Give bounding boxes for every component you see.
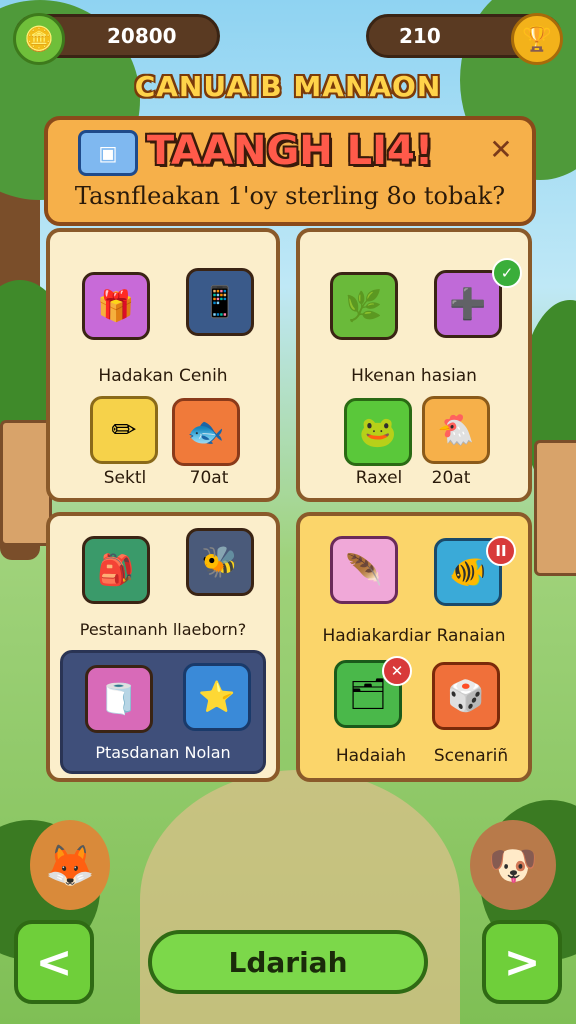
gift-box-icon: 🎁 [82,272,150,340]
item-label: Hadaiah [335,746,407,766]
feather-icon: 🪶 [330,536,398,604]
previous-button[interactable]: < [14,920,94,1004]
panel-top-right[interactable]: 🌿 ➕ ✓ Hkenan hasian 🐸 🐔 Raxel 20at [296,228,532,502]
coin-bundle-icon: 🪙 [13,13,65,65]
panel-bottom-left[interactable]: 🎒 🐝 Pestaınanh llaeborn? 🧻 ⭐ Ptasdanan N… [46,512,280,782]
house [534,440,576,576]
fox-character-icon: 🦊 [30,820,110,910]
panel-bottom-right-label: Hadiakardiar Ranaian [322,626,506,646]
backpack-icon: 🎒 [82,536,150,604]
panel-top-left[interactable]: 🎁 📱 Hadakan Cenih ✏ 🐟 Sektl 70at [46,228,280,502]
checkmark-icon: ✓ [492,258,522,288]
gems-counter: 210 🏆 [366,13,563,65]
title-banner: ▣ TAANGH LI4! ✕ Tasnfleakan 1'oy sterlin… [44,116,536,226]
house [0,420,52,546]
coins-counter: 🪙 20800 [13,13,220,65]
dice-icon: 🎲 [432,662,500,730]
subcard-bottom-left[interactable]: 🧻 ⭐ Ptasdanan Nolan [60,650,266,774]
banner-text: Tasnfleakan 1'oy sterling 8o tobak? [74,182,506,210]
coins-value: 20800 [107,24,177,48]
panel-top-left-label: Hadakan Cenih [98,366,228,386]
star-card-icon: ⭐ [183,663,251,731]
plus-card-icon: ➕ [434,270,502,338]
tissue-box-icon: 🧻 [85,665,153,733]
bee-card-icon: 🐝 [186,528,254,596]
banner-title: TAANGH LI4! [146,128,434,174]
gems-value: 210 [399,24,441,48]
close-icon[interactable]: ✕ [484,132,518,166]
tablet-icon: 📱 [186,268,254,336]
main-action-button[interactable]: Ldariah [148,930,428,994]
trophy-icon: 🏆 [511,13,563,65]
page-subtitle: CANUAIB MANAON [134,70,442,103]
pause-badge-icon: II [486,536,516,566]
panel-bottom-right[interactable]: 🪶 🐠 II Hadiakardiar Ranaian 🗂 ✕ 🎲 Hadaia… [296,512,532,782]
panel-top-right-label: Hkenan hasian [351,366,477,386]
item-label: Scenariñ [433,746,509,766]
frog-icon: 🐸 [344,398,412,466]
subcard-label: Ptasdanan Nolan [95,743,231,762]
item-label: 20at [431,468,471,488]
item-label: 70at [189,468,229,488]
chicken-icon: 🐔 [422,396,490,464]
next-button[interactable]: > [482,920,562,1004]
panel-bottom-left-label: Pestaınanh llaeborn? [79,620,247,639]
fish-icon: 🐟 [172,398,240,466]
dog-character-icon: 🐶 [470,820,556,910]
error-badge-icon: ✕ [382,656,412,686]
pencil-icon: ✏ [90,396,158,464]
leaf-bird-icon: 🌿 [330,272,398,340]
